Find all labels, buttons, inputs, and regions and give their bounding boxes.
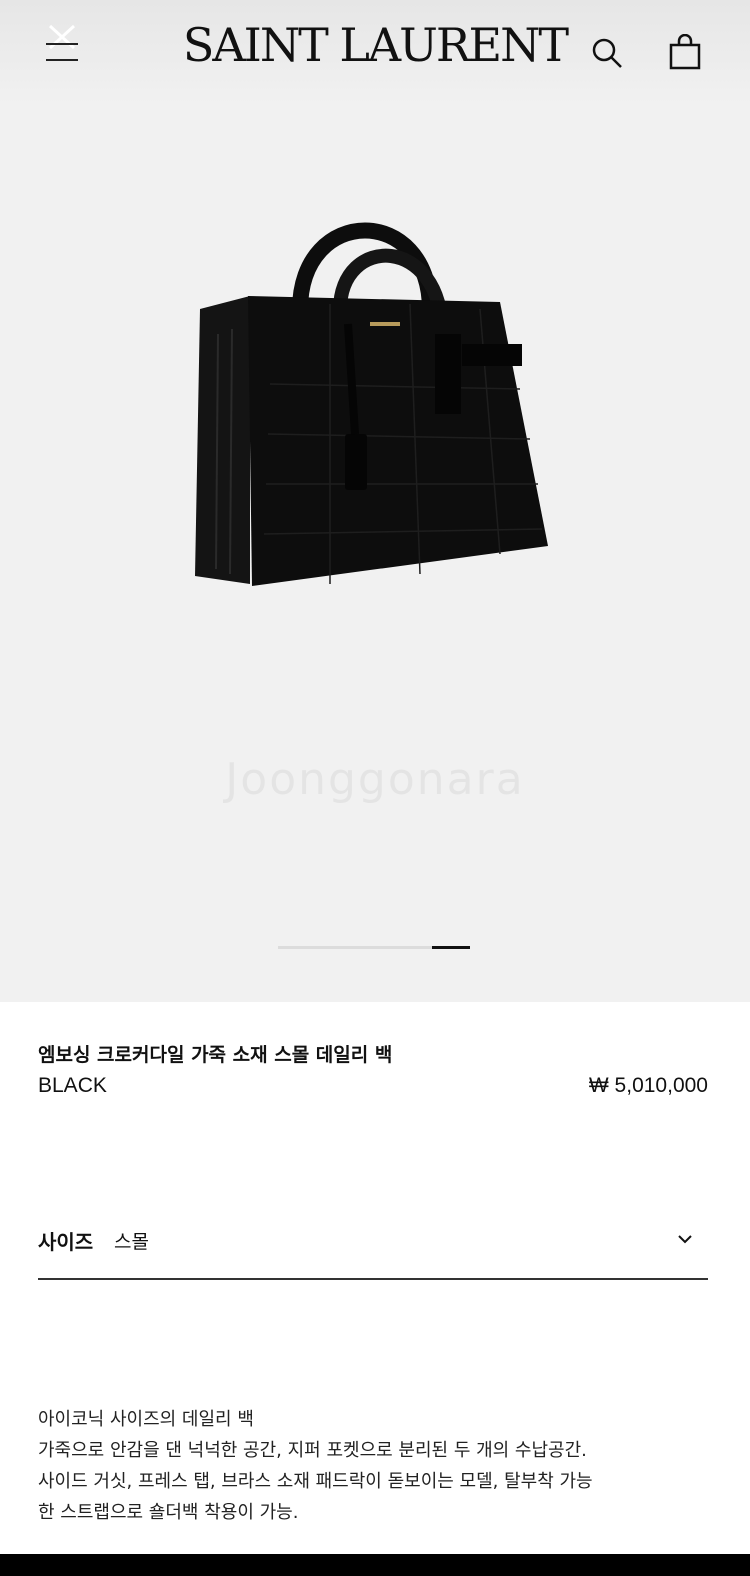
size-label: 사이즈 <box>38 1230 94 1254</box>
carousel-indicator-active <box>432 945 470 949</box>
product-image <box>195 222 548 586</box>
search-icon[interactable] <box>590 36 624 70</box>
watermark: Joonggonara <box>225 754 525 805</box>
description-line: 한 스트랩으로 숄더백 착용이 가능. <box>38 1502 299 1523</box>
size-value: 스몰 <box>114 1231 149 1253</box>
top-header: SAINT LAURENT <box>0 0 750 104</box>
product-name: 엠보싱 크로커다일 가죽 소재 스몰 데일리 백 <box>38 1044 393 1066</box>
product-gallery[interactable]: Joonggonara <box>0 104 750 1002</box>
bottom-bar <box>0 1554 750 1576</box>
shopping-bag-icon[interactable] <box>668 34 702 70</box>
carousel-indicator[interactable] <box>278 945 470 949</box>
product-description: 아이코닉 사이즈의 데일리 백 가죽으로 안감을 댄 넉넉한 공간, 지퍼 포켓… <box>38 1404 728 1528</box>
product-color: BLACK <box>38 1074 107 1097</box>
product-price: ₩ 5,010,000 <box>588 1074 708 1097</box>
brand-logo[interactable]: SAINT LAURENT <box>0 18 750 72</box>
description-line: 아이코닉 사이즈의 데일리 백 <box>38 1409 254 1430</box>
chevron-down-icon <box>678 1235 692 1244</box>
size-select[interactable]: 사이즈 스몰 <box>38 1222 708 1280</box>
description-line: 사이드 거싯, 프레스 탭, 브라스 소재 패드락이 돋보이는 모델, 탈부착 … <box>38 1471 593 1492</box>
description-line: 가죽으로 안감을 댄 넉넉한 공간, 지퍼 포켓으로 분리된 두 개의 수납공간… <box>38 1440 587 1461</box>
